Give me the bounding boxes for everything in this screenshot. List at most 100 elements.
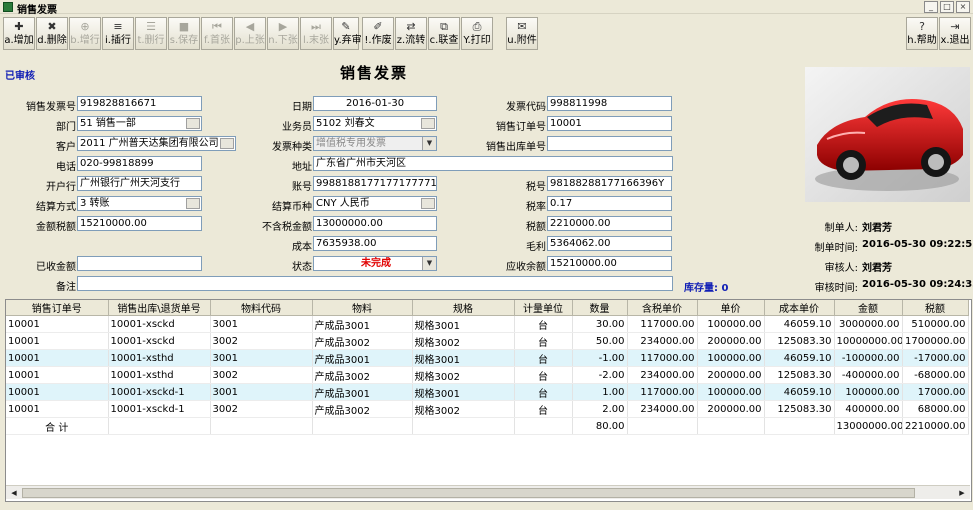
salesperson-lookup-button[interactable] [421, 118, 435, 129]
table-row[interactable]: 10001 10001-xsckd-1 3001 产成品3001 规格3001 台 1.00… [6, 383, 969, 401]
tb-linked-query-button[interactable]: ⧉ c.联查 [428, 17, 460, 50]
tb-last-button[interactable]: ⏭ l.末张 [300, 17, 332, 50]
print-icon: ⎙ [472, 20, 482, 33]
approver-label: 审核人: [824, 263, 858, 274]
line-items-grid[interactable]: 销售订单号 销售出库\退货单号 物料代码 物料 规格 计量单位 数量 含税单价 … [5, 299, 972, 502]
window-titlebar: 销售发票 _ □ × [0, 0, 973, 16]
tb-help-button[interactable]: ? h.帮助 [906, 17, 938, 50]
total-with-tax-label: 金额税额 [36, 222, 76, 233]
col-header[interactable]: 销售出库\退货单号 [108, 300, 211, 316]
tb-next-button[interactable]: ▶ n.下张 [267, 17, 299, 50]
settlement-lookup-button[interactable] [186, 198, 200, 209]
table-row[interactable]: 10001 10001-xsckd 3002 产成品3002 规格3002 台 50.00 2… [6, 332, 969, 350]
address-field[interactable]: 广东省广州市天河区 [313, 156, 673, 171]
tb-unapprove-button[interactable]: ✎ y.弃审 [333, 17, 362, 50]
scrollbar-thumb[interactable] [22, 488, 915, 498]
close-button[interactable]: × [956, 1, 970, 13]
cost-field[interactable]: 7635938.00 [313, 236, 437, 251]
invoice-type-select[interactable]: 增值税专用发票 ▼ [313, 136, 437, 151]
maker-label: 制单人: [824, 223, 858, 234]
window-title: 销售发票 [17, 5, 57, 16]
total-with-tax-field[interactable]: 15210000.00 [77, 216, 202, 231]
col-header[interactable]: 销售订单号 [6, 300, 109, 316]
tb-add-row-button[interactable]: ⊕ b.增行 [69, 17, 101, 50]
department-field[interactable]: 51 销售一部 [77, 116, 202, 131]
tax-rate-label: 税率 [526, 202, 546, 213]
table-row[interactable]: 10001 10001-xsthd 3002 产成品3002 规格3002 台 -2.00 2… [6, 366, 969, 384]
account-field[interactable]: 99881881771771777716 [313, 176, 437, 191]
invoice-code-field[interactable]: 998811998 [547, 96, 672, 111]
outbound-no-field[interactable] [547, 136, 672, 151]
col-header[interactable]: 计量单位 [514, 300, 573, 316]
tb-first-button[interactable]: ⏮ f.首张 [201, 17, 233, 50]
table-row[interactable]: 10001 10001-xsckd-1 3002 产成品3002 规格3002 台 2.00… [6, 400, 969, 418]
tax-rate-field[interactable]: 0.17 [547, 196, 672, 211]
department-lookup-button[interactable] [186, 118, 200, 129]
chevron-down-icon[interactable]: ▼ [422, 257, 436, 270]
tax-no-field[interactable]: 98188288177166396Y [547, 176, 672, 191]
phone-field[interactable]: 020-99818899 [77, 156, 202, 171]
gross-profit-field[interactable]: 5364062.00 [547, 236, 672, 251]
customer-field[interactable]: 2011 广州普天达集团有限公司 [77, 136, 236, 151]
tb-add-button[interactable]: ✚ a.增加 [3, 17, 35, 50]
currency-lookup-button[interactable] [421, 198, 435, 209]
grid-header-row: 销售订单号 销售出库\退货单号 物料代码 物料 规格 计量单位 数量 含税单价 … [6, 300, 969, 316]
tb-void-button[interactable]: ✐ !.作废 [362, 17, 394, 50]
table-row[interactable]: 10001 10001-xsthd 3001 产成品3001 规格3001 台 -1.00 1… [6, 349, 969, 367]
tax-amount-field[interactable]: 2210000.00 [547, 216, 672, 231]
col-header[interactable]: 数量 [572, 300, 628, 316]
col-header[interactable]: 物料 [312, 300, 413, 316]
product-image [805, 67, 970, 202]
date-field[interactable]: 2016-01-30 [313, 96, 437, 111]
receivable-field[interactable]: 15210000.00 [547, 256, 672, 271]
settlement-field[interactable]: 3 转账 [77, 196, 202, 211]
col-header[interactable]: 单价 [697, 300, 765, 316]
received-field[interactable] [77, 256, 202, 271]
salesperson-field[interactable]: 5102 刘春文 [313, 116, 437, 131]
tb-attachment-button[interactable]: ✉ u.附件 [506, 17, 538, 50]
tax-amount-label: 税额 [526, 222, 546, 233]
col-header[interactable]: 税额 [902, 300, 969, 316]
customer-label: 客户 [56, 142, 76, 153]
invoice-no-field[interactable]: 919828816671 [77, 96, 202, 111]
scroll-right-icon[interactable]: ▶ [956, 487, 968, 499]
chevron-down-icon[interactable]: ▼ [422, 137, 436, 150]
bank-field[interactable]: 广州银行广州天河支行 [77, 176, 202, 191]
horizontal-scrollbar[interactable]: ◀ ▶ [6, 485, 970, 499]
tb-delete-row-button[interactable]: ☰ t.删行 [135, 17, 167, 50]
state-select[interactable]: 未完成 ▼ [313, 256, 437, 271]
remark-field[interactable] [77, 276, 673, 291]
stock-quantity: 库存量: 0 [684, 283, 729, 294]
approval-status: 已审核 [5, 71, 35, 82]
maker-value: 刘君芳 [862, 223, 892, 234]
minimize-button[interactable]: _ [924, 1, 938, 13]
total-ex-tax-field[interactable]: 13000000.00 [313, 216, 437, 231]
customer-lookup-button[interactable] [220, 138, 234, 149]
maximize-button[interactable]: □ [940, 1, 954, 13]
outbound-no-label: 销售出库单号 [486, 142, 546, 153]
sales-order-field[interactable]: 10001 [547, 116, 672, 131]
total-row: 合 计 80.00 13000000.00 2210000.00 [6, 417, 969, 435]
department-label: 部门 [56, 122, 76, 133]
tb-delete-button[interactable]: ✖ d.删除 [36, 17, 68, 50]
invoice-code-label: 发票代码 [506, 102, 546, 113]
col-header[interactable]: 金额 [834, 300, 903, 316]
col-header[interactable]: 规格 [412, 300, 515, 316]
table-row[interactable]: 10001 10001-xsckd 3001 产成品3001 规格3001 台 30.00 1… [6, 315, 969, 333]
tb-insert-row-button[interactable]: ≡ i.插行 [102, 17, 134, 50]
col-header[interactable]: 含税单价 [627, 300, 698, 316]
currency-field[interactable]: CNY 人民币 [313, 196, 437, 211]
settlement-label: 结算方式 [36, 202, 76, 213]
tb-save-button[interactable]: ■ s.保存 [168, 17, 200, 50]
tb-workflow-button[interactable]: ⇄ z.流转 [395, 17, 427, 50]
tb-prev-button[interactable]: ◀ p.上张 [234, 17, 266, 50]
col-header[interactable]: 成本单价 [764, 300, 835, 316]
phone-label: 电话 [56, 162, 76, 173]
account-label: 账号 [292, 182, 312, 193]
tb-print-button[interactable]: ⎙ Y.打印 [461, 17, 493, 50]
remark-label: 备注 [56, 282, 76, 293]
col-header[interactable]: 物料代码 [210, 300, 313, 316]
tb-exit-button[interactable]: ⇥ x.退出 [939, 17, 971, 50]
scroll-left-icon[interactable]: ◀ [8, 487, 20, 499]
approve-time-label: 审核时间: [814, 283, 858, 294]
